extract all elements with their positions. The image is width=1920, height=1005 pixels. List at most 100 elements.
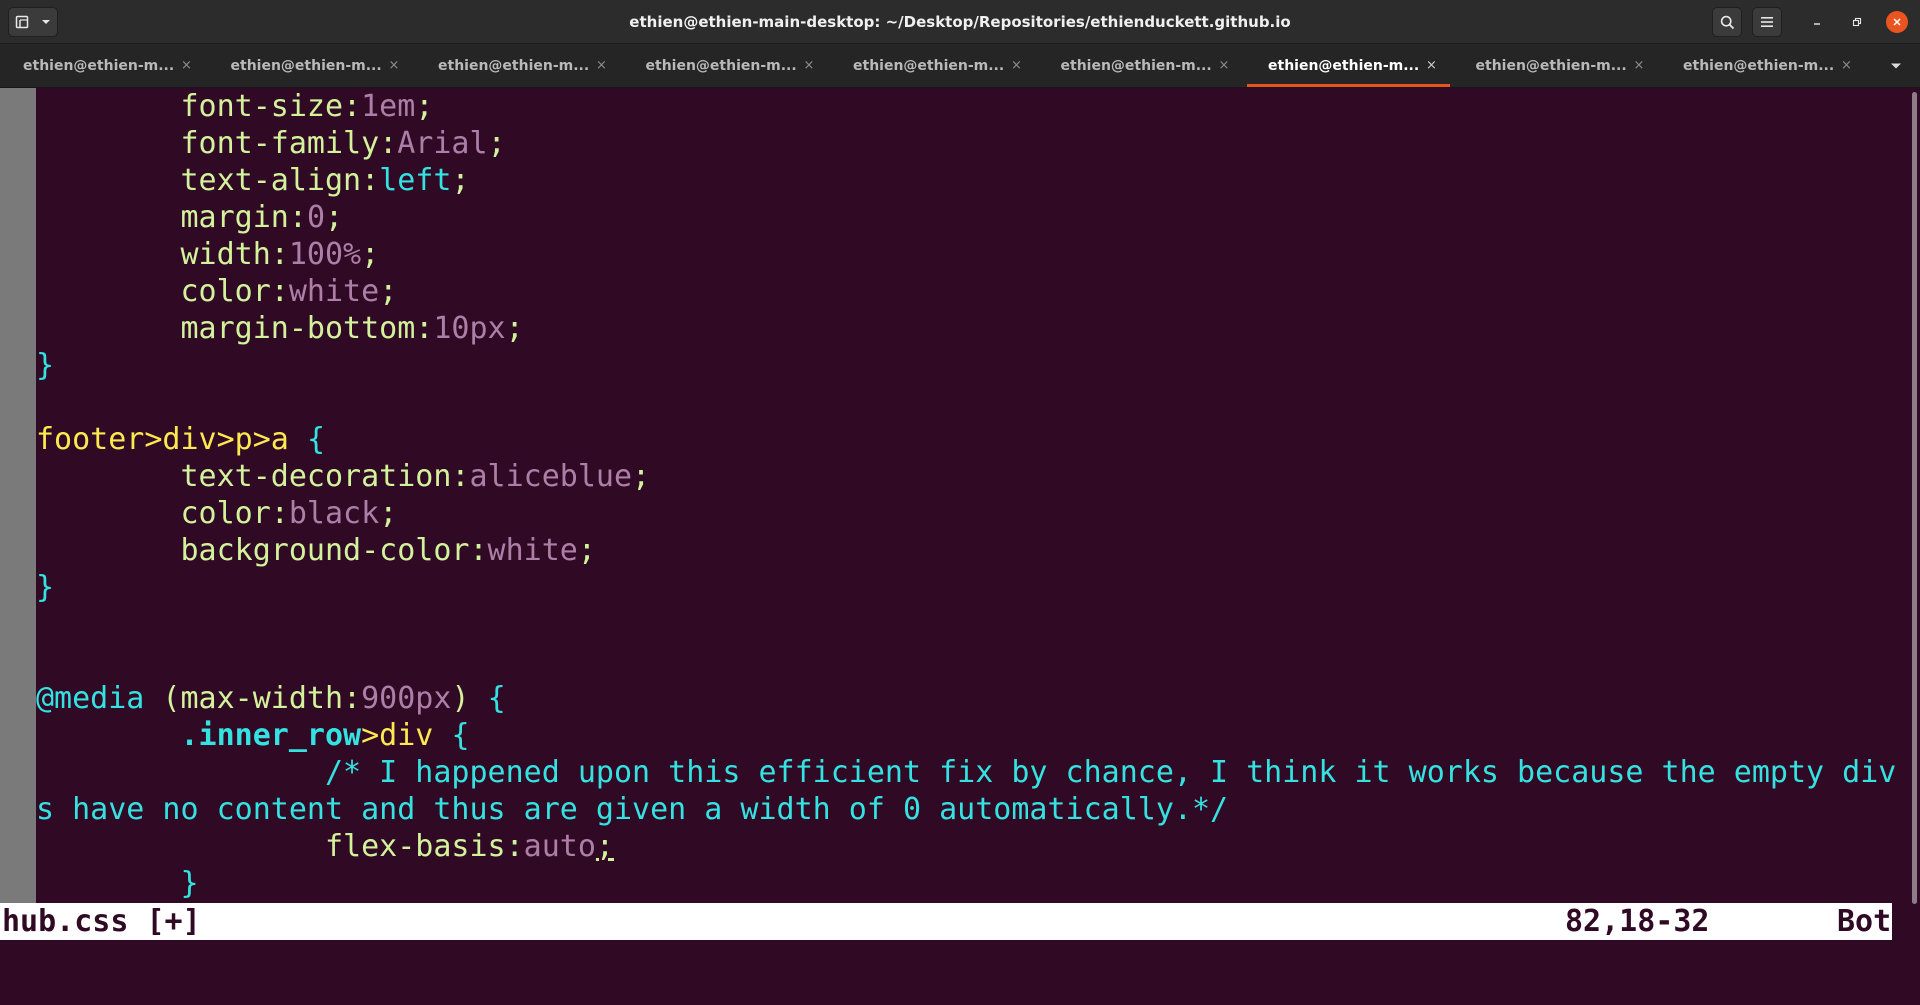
code-token: color: bbox=[180, 496, 289, 531]
code-token: font-family: bbox=[180, 126, 398, 161]
menu-button[interactable] bbox=[1752, 7, 1782, 37]
code-token: ; bbox=[415, 89, 434, 124]
code-token: black bbox=[288, 496, 380, 531]
code-token: /* I happened upon this efficient fix by… bbox=[324, 755, 1897, 790]
minimize-icon bbox=[1812, 17, 1822, 27]
code-token: } bbox=[36, 348, 55, 383]
tab-7[interactable]: ethien@ethien-m... × bbox=[1245, 44, 1452, 87]
code-token: ; bbox=[379, 496, 398, 531]
tab-list-button[interactable] bbox=[1884, 44, 1908, 87]
tab-label: ethien@ethien-m... bbox=[1683, 58, 1835, 74]
code-token: .inner_row bbox=[180, 718, 362, 753]
code-token: auto bbox=[523, 829, 596, 864]
code-token: Arial bbox=[397, 126, 488, 161]
code-token: { bbox=[451, 718, 470, 753]
code-line: } bbox=[36, 569, 1896, 606]
code-line: text-align:left; bbox=[36, 162, 1896, 199]
status-scroll-indicator: Bot bbox=[1837, 904, 1892, 939]
code-token: flex-basis: bbox=[324, 829, 524, 864]
tab-label: ethien@ethien-m... bbox=[853, 58, 1005, 74]
tab-close-icon[interactable]: × bbox=[596, 44, 607, 88]
tab-close-icon[interactable]: × bbox=[1219, 44, 1230, 88]
code-line: font-size:1em; bbox=[36, 88, 1896, 125]
scrollbar-thumb[interactable] bbox=[1912, 92, 1917, 904]
tab-3[interactable]: ethien@ethien-m... × bbox=[415, 44, 622, 87]
tab-label: ethien@ethien-m... bbox=[230, 58, 382, 74]
tab-5[interactable]: ethien@ethien-m... × bbox=[830, 44, 1037, 87]
close-button[interactable] bbox=[1886, 11, 1908, 33]
tab-close-icon[interactable]: × bbox=[181, 44, 192, 88]
tab-close-icon[interactable]: × bbox=[389, 44, 400, 88]
code-line: s have no content and thus are given a w… bbox=[36, 791, 1896, 828]
maximize-icon bbox=[1852, 17, 1862, 27]
tab-label: ethien@ethien-m... bbox=[23, 58, 175, 74]
code-line: color:white; bbox=[36, 273, 1896, 310]
code-token: color: bbox=[180, 274, 289, 309]
hamburger-menu-icon bbox=[1760, 16, 1774, 28]
code-token: 900px bbox=[361, 681, 452, 716]
terminal-view[interactable]: font-size:1em; font-family:Arial; text-a… bbox=[0, 88, 1920, 1005]
tab-label: ethien@ethien-m... bbox=[1060, 58, 1212, 74]
code-token: ; bbox=[451, 163, 470, 198]
tab-label: ethien@ethien-m... bbox=[645, 58, 797, 74]
code-line: margin:0; bbox=[36, 199, 1896, 236]
tab-1[interactable]: ethien@ethien-m... × bbox=[0, 44, 207, 87]
tab-close-icon[interactable]: × bbox=[1011, 44, 1022, 88]
code-line: @media (max-width:900px) { bbox=[36, 680, 1896, 717]
code-token: background-color: bbox=[180, 533, 488, 568]
code-token: ; bbox=[632, 459, 651, 494]
tab-9[interactable]: ethien@ethien-m... × bbox=[1660, 44, 1867, 87]
code-token: } bbox=[180, 866, 199, 901]
code-line: flex-basis:auto; bbox=[36, 828, 1896, 865]
search-icon bbox=[1720, 15, 1735, 30]
search-button[interactable] bbox=[1712, 7, 1742, 37]
status-filename: hub.css [+] bbox=[2, 904, 201, 939]
tab-label: ethien@ethien-m... bbox=[1475, 58, 1627, 74]
tab-4[interactable]: ethien@ethien-m... × bbox=[623, 44, 830, 87]
tab-close-icon[interactable]: × bbox=[804, 44, 815, 88]
code-token: { bbox=[306, 422, 325, 457]
minimize-button[interactable] bbox=[1806, 11, 1828, 33]
tab-6[interactable]: ethien@ethien-m... × bbox=[1038, 44, 1245, 87]
code-line: color:black; bbox=[36, 495, 1896, 532]
code-line: margin-bottom:10px; bbox=[36, 310, 1896, 347]
chevron-down-icon bbox=[1890, 62, 1902, 70]
scrollbar[interactable] bbox=[1908, 88, 1920, 1005]
code-line: } bbox=[36, 865, 1896, 902]
code-token: (max-width: bbox=[144, 681, 362, 716]
code-token: text-align: bbox=[180, 163, 380, 198]
code-token: } bbox=[36, 570, 55, 605]
code-token: ; bbox=[325, 200, 344, 235]
code-line: .inner_row>div { bbox=[36, 717, 1896, 754]
code-line: background-color:white; bbox=[36, 532, 1896, 569]
tab-8[interactable]: ethien@ethien-m... × bbox=[1453, 44, 1660, 87]
code-line: /* I happened upon this efficient fix by… bbox=[36, 754, 1896, 791]
code-token: left bbox=[379, 163, 452, 198]
vim-buffer[interactable]: font-size:1em; font-family:Arial; text-a… bbox=[36, 88, 1896, 902]
code-token: margin-bottom: bbox=[180, 311, 434, 346]
code-token: aliceblue bbox=[469, 459, 633, 494]
code-token: >div bbox=[361, 718, 452, 753]
text-cursor: ; bbox=[595, 829, 614, 864]
vim-status-line: hub.css [+] 82,18-32 Bot bbox=[0, 903, 1892, 940]
tab-close-icon[interactable]: × bbox=[1634, 44, 1645, 88]
code-line: width:100%; bbox=[36, 236, 1896, 273]
tab-close-icon[interactable]: × bbox=[1426, 44, 1437, 88]
code-token: 0 bbox=[306, 200, 325, 235]
close-icon bbox=[1892, 17, 1902, 27]
tab-2[interactable]: ethien@ethien-m... × bbox=[208, 44, 415, 87]
tab-label: ethien@ethien-m... bbox=[1268, 58, 1420, 74]
code-token: ; bbox=[361, 237, 380, 272]
code-token: font-size: bbox=[180, 89, 362, 124]
tab-close-icon[interactable]: × bbox=[1841, 44, 1852, 88]
maximize-button[interactable] bbox=[1846, 11, 1868, 33]
